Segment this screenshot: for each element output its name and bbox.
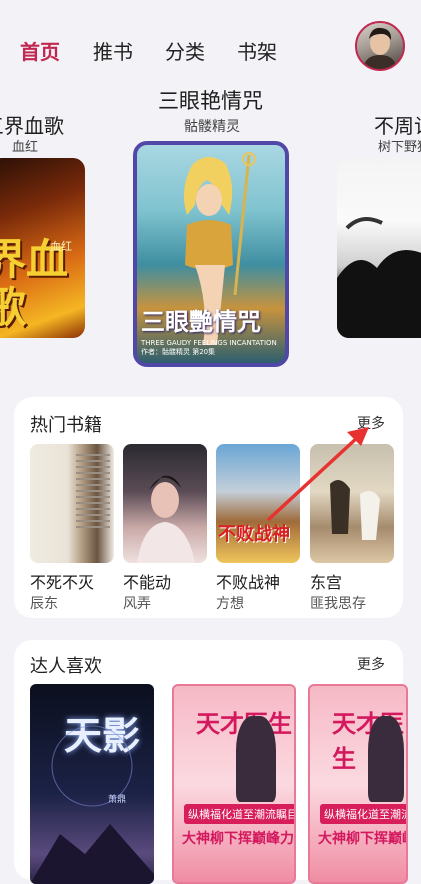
carousel-center-cover[interactable]: 三眼艷情咒 THREE GAUDY FEELINGS INCANTATION 作… xyxy=(133,141,289,367)
carousel-center-author: 骷髅精灵 xyxy=(184,119,240,135)
carousel-right-author: 树下野狐 xyxy=(378,140,421,155)
hot-books-title: 热门书籍 xyxy=(30,415,102,436)
book-cover xyxy=(30,444,114,563)
carousel-left-cover[interactable]: 界血歌 血红 xyxy=(0,158,85,338)
expert-favorites-more-button[interactable]: 更多 xyxy=(357,654,385,674)
cover-title-text: 三眼艷情咒 xyxy=(141,308,261,336)
carousel-left-title[interactable]: 三界血歌 xyxy=(0,110,64,139)
top-nav: 首页 推书 分类 书架 xyxy=(0,0,421,96)
tab-recommend[interactable]: 推书 xyxy=(93,36,133,65)
book-author: 方想 xyxy=(216,596,244,612)
carousel-center-title[interactable]: 三眼艳情咒 xyxy=(158,85,263,115)
carousel-right-cover[interactable] xyxy=(337,158,421,338)
book-title: 不能动 xyxy=(123,573,172,592)
book-title: 不死不灭 xyxy=(30,573,95,592)
cover-author-text: 血红 xyxy=(50,240,72,253)
book-cover xyxy=(310,444,394,563)
tab-home[interactable]: 首页 xyxy=(20,36,60,65)
user-avatar[interactable] xyxy=(355,21,405,71)
book-title: 东宫 xyxy=(310,573,343,592)
cover-ink-illustration xyxy=(337,217,421,338)
book-item[interactable]: 不死不灭 辰东 xyxy=(30,444,114,612)
carousel-left-author: 血红 xyxy=(12,140,39,155)
cover-slogan-text: 大神柳下挥巅峰力作 xyxy=(318,831,406,847)
book-cover[interactable]: 天影 萧鼎 xyxy=(30,684,154,884)
hot-books-section: 热门书籍 更多 不死不灭 辰东 不能动 风弄 不败战神 不败战神 方想 东宫 匪… xyxy=(14,397,403,618)
book-item[interactable]: 不能动 风弄 xyxy=(123,444,207,612)
cover-title-text: 界血歌 xyxy=(0,235,69,332)
book-item[interactable]: 不败战神 不败战神 方想 xyxy=(216,444,300,612)
tab-bookshelf[interactable]: 书架 xyxy=(237,36,277,65)
carousel-right-title[interactable]: 不周记 xyxy=(374,110,421,139)
cover-slogan-text: 大神柳下挥巅峰力作 xyxy=(182,831,296,847)
hot-books-more-button[interactable]: 更多 xyxy=(357,413,385,433)
book-author: 辰东 xyxy=(30,596,58,612)
expert-favorites-section: 达人喜欢 更多 天影 萧鼎 天才医生 纵横福化道至潮流瞩目推荐 大神柳下挥巅峰力… xyxy=(14,640,408,884)
tab-category[interactable]: 分类 xyxy=(165,36,205,65)
book-item[interactable]: 东宫 匪我思存 xyxy=(310,444,394,612)
book-author: 风弄 xyxy=(123,596,151,612)
cover-banner-text: 纵横福化道至潮流瞩目推荐 xyxy=(320,804,406,824)
book-cover: 不败战神 xyxy=(216,444,300,563)
book-cover[interactable]: 天才医生 纵横福化道至潮流瞩目推荐 大神柳下挥巅峰力作 xyxy=(172,684,296,884)
book-cover xyxy=(123,444,207,563)
cover-title-text: 不败战神 xyxy=(218,524,290,545)
expert-favorites-title: 达人喜欢 xyxy=(30,656,102,677)
book-author: 匪我思存 xyxy=(310,596,366,612)
cover-banner-text: 纵横福化道至潮流瞩目推荐 xyxy=(184,804,294,824)
book-cover[interactable]: 天才医生 纵横福化道至潮流瞩目推荐 大神柳下挥巅峰力作 xyxy=(308,684,408,884)
cover-subtitle-text: THREE GAUDY FEELINGS INCANTATION 作者：骷髅精灵… xyxy=(141,339,277,356)
book-title: 不败战神 xyxy=(216,573,281,592)
